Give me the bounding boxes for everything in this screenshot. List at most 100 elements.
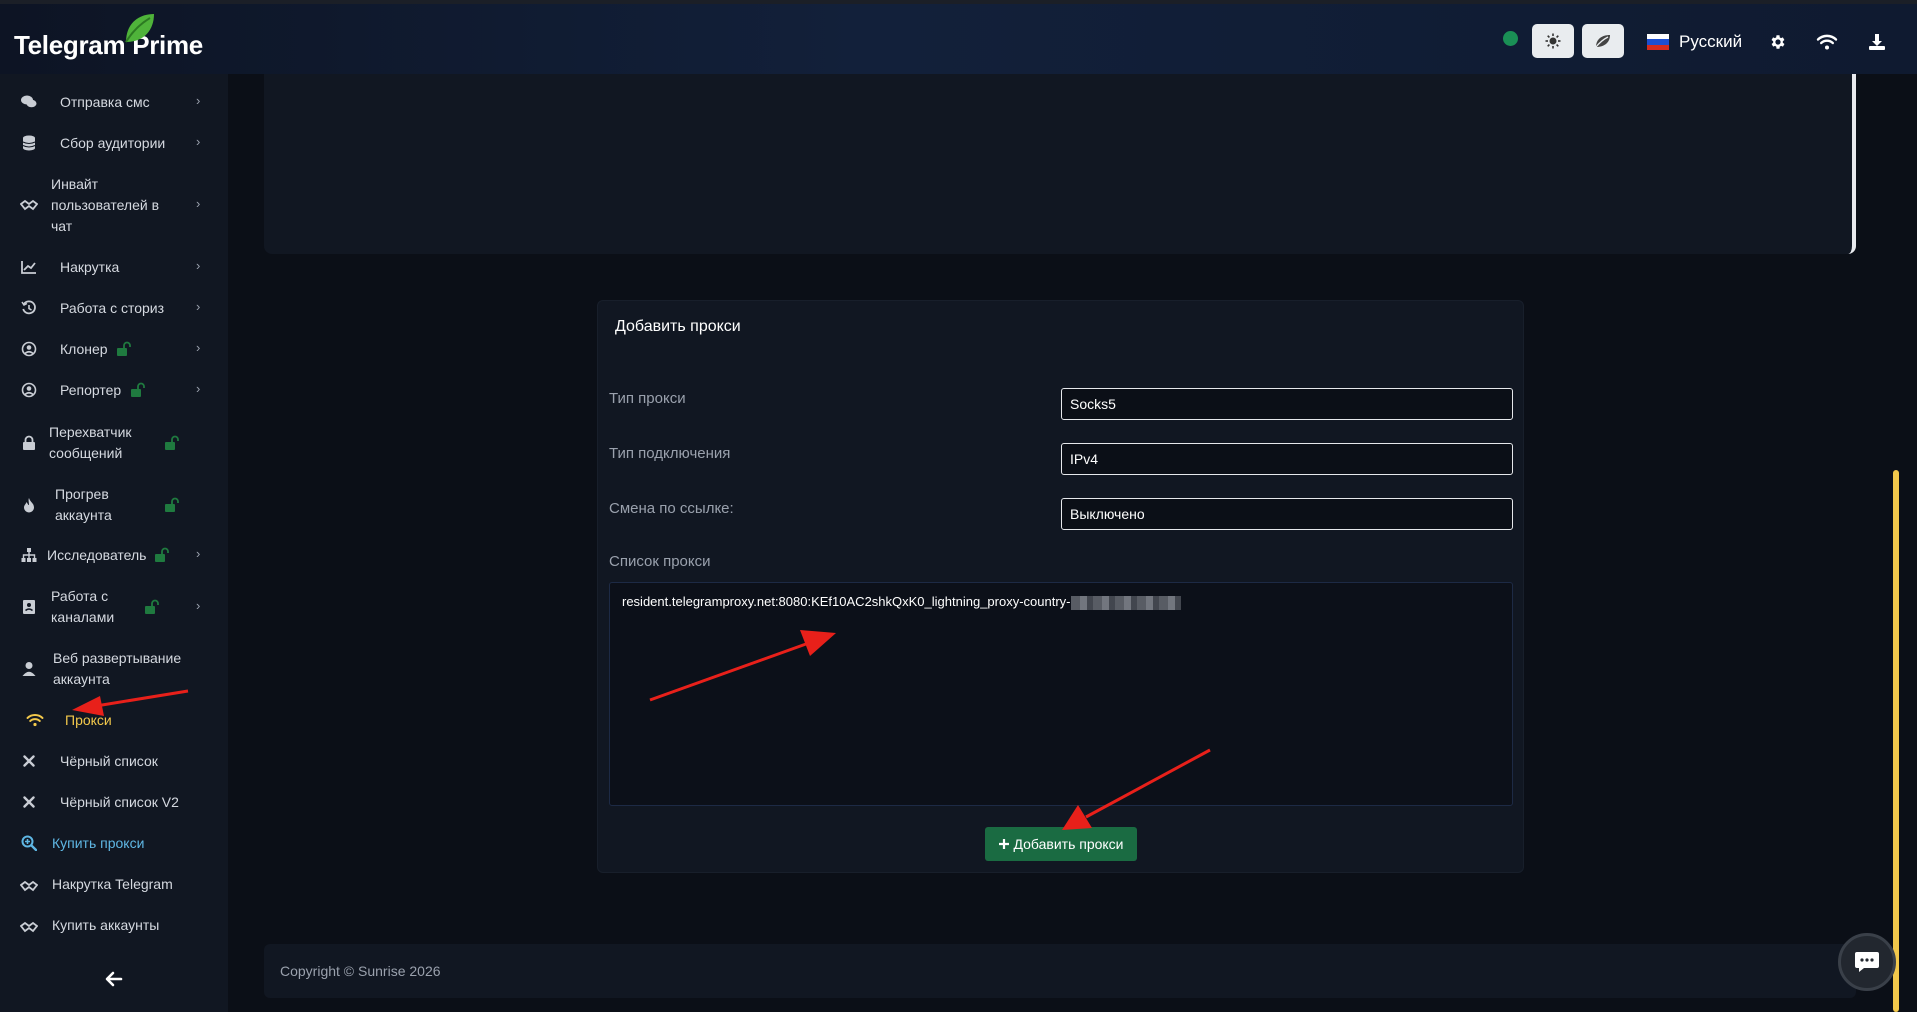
wifi-icon [1816, 34, 1838, 50]
chat-support-button[interactable] [1838, 933, 1896, 991]
sidebar-item-label: Прокси [65, 712, 112, 728]
sidebar-item-buy-proxy[interactable]: Купить прокси [0, 833, 228, 853]
gear-icon [1771, 35, 1785, 49]
address-book-icon [20, 598, 38, 616]
sidebar-item-sms[interactable]: Отправка смс › [0, 92, 228, 112]
leaf-theme-button[interactable] [1582, 24, 1624, 58]
chart-icon [20, 258, 38, 276]
leaf-logo-icon [125, 14, 154, 43]
chevron-right-icon: › [196, 258, 201, 273]
connection-type-label: Тип подключения [609, 445, 731, 462]
sidebar-item-label: Отправка смс [60, 94, 150, 110]
leaf-icon [1595, 35, 1610, 48]
unlock-icon [117, 341, 131, 356]
wifi-icon [26, 711, 44, 729]
sidebar-item-explorer[interactable]: Исследователь › [0, 545, 228, 565]
sidebar-item-label: Сбор аудитории [60, 135, 166, 151]
chevron-right-icon: › [196, 196, 201, 211]
language-label: Русский [1679, 32, 1743, 51]
redacted-blur [1070, 595, 1181, 610]
sidebar-item-label: Накрутка Telegram [52, 876, 173, 892]
chevron-right-icon: › [196, 340, 201, 355]
chat-icon [20, 93, 38, 111]
sidebar-item-telegram-boost[interactable]: Накрутка Telegram [0, 874, 228, 894]
sidebar-item-audience[interactable]: Сбор аудитории › [0, 133, 228, 153]
handshake-icon [20, 196, 38, 214]
unlock-icon [131, 382, 145, 397]
sidebar-item-cloner[interactable]: Клонер › [0, 339, 228, 359]
collapse-sidebar-icon[interactable] [104, 970, 124, 988]
footer: Copyright © Sunrise 2026 [264, 944, 1856, 998]
sidebar-item-label: Купить прокси [52, 835, 145, 851]
plus-icon [999, 839, 1010, 849]
history-icon [20, 299, 38, 317]
proxy-type-select[interactable]: Socks5 [1061, 388, 1513, 420]
download-button[interactable] [1866, 31, 1888, 53]
sidebar-item-label: Исследователь [47, 547, 147, 563]
close-icon [20, 793, 38, 811]
sidebar-item-label: Перехватчик сообщений [49, 424, 132, 461]
proxy-list-textarea[interactable]: resident.telegramproxy.net:8080:KEf10AC2… [609, 582, 1513, 806]
sidebar-item-boost[interactable]: Накрутка › [0, 257, 228, 277]
connection-type-select[interactable]: IPv4 [1061, 443, 1513, 475]
chevron-right-icon: › [196, 134, 201, 149]
sidebar-item-label: Купить аккаунты [52, 917, 160, 933]
chat-bubble-icon [1855, 952, 1879, 972]
fire-icon [20, 496, 38, 514]
chevron-right-icon: › [196, 299, 201, 314]
language-selector[interactable]: Русский [1647, 32, 1742, 52]
download-icon [1869, 34, 1885, 50]
sidebar-item-label: Чёрный список [60, 753, 158, 769]
sidebar-item-label: Инвайт пользователей в чат [51, 176, 160, 234]
user-icon [20, 660, 38, 678]
online-status-dot [1503, 31, 1518, 46]
search-plus-icon [20, 834, 38, 852]
content-panel [264, 74, 1856, 254]
unlock-icon [165, 497, 179, 512]
sidebar-item-buy-accounts[interactable]: Купить аккаунты [0, 915, 228, 935]
add-proxy-button[interactable]: Добавить прокси [985, 827, 1137, 861]
chevron-right-icon: › [196, 381, 201, 396]
user-circle-icon [20, 381, 38, 399]
proxy-type-label: Тип прокси [609, 390, 686, 407]
light-theme-button[interactable] [1532, 24, 1574, 58]
sidebar-item-channels[interactable]: Работа с каналами › [0, 585, 228, 629]
sidebar-item-warmup[interactable]: Прогрев аккаунта [0, 483, 228, 527]
scrollbar[interactable] [1893, 470, 1899, 1012]
chevron-right-icon: › [196, 546, 201, 561]
sidebar-item-web-deploy[interactable]: Веб развертывание аккаунта [0, 647, 228, 691]
sidebar-item-label: Работа с сториз [60, 300, 165, 316]
sidebar-item-invite[interactable]: Инвайт пользователей в чат › [0, 173, 228, 237]
sidebar-item-label: Прогрев аккаунта [55, 486, 112, 523]
sidebar-item-label: Репортер [60, 382, 122, 398]
lock-icon [20, 434, 38, 452]
sidebar-item-interceptor[interactable]: Перехватчик сообщений [0, 421, 228, 465]
link-change-select[interactable]: Выключено [1061, 498, 1513, 530]
sidebar-item-reporter[interactable]: Репортер › [0, 380, 228, 400]
add-proxy-card: Добавить прокси Тип прокси Socks5 Тип по… [597, 300, 1524, 873]
sidebar-item-blacklist-v2[interactable]: Чёрный список V2 [0, 792, 228, 812]
chevron-right-icon: › [196, 598, 201, 613]
user-circle-icon [20, 340, 38, 358]
sidebar-item-stories[interactable]: Работа с сториз › [0, 298, 228, 318]
copyright-text: Copyright © Sunrise 2026 [280, 963, 441, 979]
close-icon [20, 752, 38, 770]
link-change-label: Смена по ссылке: [609, 500, 734, 517]
handshake-icon [20, 918, 38, 936]
sidebar-item-label: Накрутка [60, 259, 120, 275]
sitemap-icon [20, 546, 38, 564]
app-logo-text[interactable]: Telegram Prime [14, 30, 203, 61]
sidebar-item-blacklist[interactable]: Чёрный список [0, 751, 228, 771]
russia-flag-icon [1647, 34, 1669, 50]
add-proxy-button-label: Добавить прокси [1013, 836, 1124, 852]
top-bar: Telegram Prime Русский [0, 0, 1917, 74]
sidebar-item-label: Работа с каналами [51, 588, 115, 625]
chevron-right-icon: › [196, 93, 201, 108]
settings-button[interactable] [1767, 31, 1789, 53]
proxy-list-label: Список прокси [609, 553, 711, 570]
unlock-icon [145, 599, 159, 614]
card-title: Добавить прокси [615, 318, 741, 335]
network-button[interactable] [1816, 31, 1838, 53]
handshake-icon [20, 877, 38, 895]
sidebar-item-proxy[interactable]: Прокси [0, 710, 228, 730]
